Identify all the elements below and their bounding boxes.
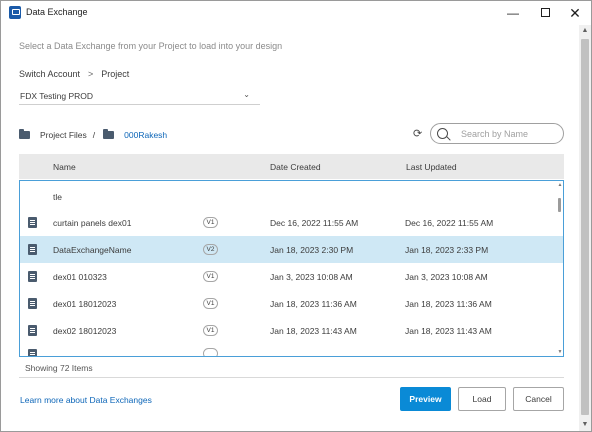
version-badge: V1 — [203, 325, 218, 336]
document-icon — [28, 349, 37, 356]
table-row[interactable]: dex02 18012023 V1 Jan 18, 2023 11:43 AM … — [20, 317, 563, 344]
table-row[interactable]: dex01 18012023 V1 Jan 18, 2023 11:36 AM … — [20, 290, 563, 317]
hub-dropdown-value: FDX Testing PROD — [20, 91, 94, 101]
table-header: Name Date Created Last Updated — [19, 154, 564, 179]
instruction-text: Select a Data Exchange from your Project… — [19, 41, 283, 51]
version-badge: V1 — [203, 217, 218, 228]
document-icon — [28, 244, 37, 255]
date-created: Jan 18, 2023 2:30 PM — [270, 245, 354, 255]
date-created: Jan 3, 2023 10:08 AM — [270, 272, 353, 282]
version-badge — [203, 348, 218, 356]
column-header-date-created[interactable]: Date Created — [270, 162, 321, 172]
chevron-down-icon: ⌄ — [243, 90, 250, 99]
close-button[interactable]: ✕ — [564, 3, 586, 23]
window-title: Data Exchange — [26, 7, 88, 17]
dialog-scrollbar[interactable]: ▲ ▼ — [579, 25, 591, 431]
preview-button[interactable]: Preview — [400, 387, 451, 411]
exchange-name: dex01 18012023 — [53, 299, 117, 309]
path-root-link[interactable]: Project Files — [40, 130, 87, 140]
list-scroll-down-icon[interactable]: ▼ — [557, 349, 563, 355]
footer-divider — [19, 377, 564, 378]
refresh-icon[interactable]: ⟳ — [413, 127, 422, 140]
date-created: Jan 18, 2023 11:43 AM — [270, 326, 357, 336]
hub-dropdown[interactable]: FDX Testing PROD ⌄ — [19, 87, 260, 105]
date-created: Jan 18, 2023 11:36 AM — [270, 299, 357, 309]
breadcrumb-project[interactable]: Project — [101, 69, 129, 79]
last-updated: Jan 18, 2023 2:33 PM — [405, 245, 489, 255]
exchange-name: DataExchangeName — [53, 245, 132, 255]
search-box[interactable] — [430, 123, 564, 144]
learn-more-link[interactable]: Learn more about Data Exchanges — [20, 395, 152, 405]
exchange-name: curtain panels dex01 — [53, 218, 132, 228]
document-icon — [28, 298, 37, 309]
item-count: Showing 72 Items — [25, 363, 93, 373]
folder-icon — [19, 129, 30, 139]
table-row-selected[interactable]: DataExchangeName V2 Jan 18, 2023 2:30 PM… — [20, 236, 563, 263]
table-row[interactable]: tle — [20, 183, 563, 210]
exchange-name: dex01 010323 — [53, 272, 107, 282]
data-exchange-dialog: Data Exchange — ✕ ▲ ▼ Select a Data Exch… — [0, 0, 592, 432]
path-separator: / — [92, 130, 96, 140]
table-row[interactable]: dex01 010323 V1 Jan 3, 2023 10:08 AM Jan… — [20, 263, 563, 290]
document-icon — [28, 325, 37, 336]
minimize-button[interactable]: — — [502, 3, 524, 23]
document-icon — [28, 217, 37, 228]
scroll-up-arrow-icon[interactable]: ▲ — [579, 25, 591, 37]
folder-icon — [103, 129, 115, 139]
list-scrollbar[interactable]: ▲ ▼ — [557, 181, 563, 356]
search-input[interactable] — [461, 127, 559, 140]
exchange-list: tle curtain panels dex01 V1 Dec 16, 2022… — [19, 180, 564, 357]
scrollbar-thumb[interactable] — [581, 39, 589, 415]
scroll-down-arrow-icon[interactable]: ▼ — [579, 419, 591, 431]
list-scrollbar-thumb[interactable] — [558, 198, 561, 212]
folder-path: Project Files / 000Rakesh — [19, 128, 167, 142]
last-updated: Dec 16, 2022 11:55 AM — [405, 218, 494, 228]
column-header-last-updated[interactable]: Last Updated — [406, 162, 457, 172]
path-current-folder[interactable]: 000Rakesh — [124, 130, 167, 140]
version-badge: V1 — [203, 271, 218, 282]
breadcrumb: Switch Account > Project — [19, 69, 129, 79]
last-updated: Jan 18, 2023 11:36 AM — [405, 299, 492, 309]
app-icon — [9, 6, 21, 19]
search-icon — [437, 128, 448, 139]
document-icon — [28, 271, 37, 282]
load-button[interactable]: Load — [458, 387, 506, 411]
breadcrumb-separator: > — [88, 69, 94, 79]
table-row[interactable]: curtain panels dex01 V1 Dec 16, 2022 11:… — [20, 209, 563, 236]
maximize-button[interactable] — [534, 3, 556, 23]
list-scroll-up-icon[interactable]: ▲ — [557, 182, 563, 188]
exchange-name: tle — [53, 192, 62, 202]
switch-account-link[interactable]: Switch Account — [19, 69, 80, 79]
last-updated: Jan 3, 2023 10:08 AM — [405, 272, 488, 282]
table-row[interactable] — [20, 347, 563, 356]
date-created: Dec 16, 2022 11:55 AM — [270, 218, 359, 228]
last-updated: Jan 18, 2023 11:43 AM — [405, 326, 492, 336]
title-bar: Data Exchange — ✕ — [1, 1, 591, 25]
column-header-name[interactable]: Name — [53, 162, 76, 172]
version-badge: V1 — [203, 298, 218, 309]
cancel-button[interactable]: Cancel — [513, 387, 564, 411]
exchange-name: dex02 18012023 — [53, 326, 117, 336]
version-badge: V2 — [203, 244, 218, 255]
maximize-icon — [540, 8, 550, 18]
